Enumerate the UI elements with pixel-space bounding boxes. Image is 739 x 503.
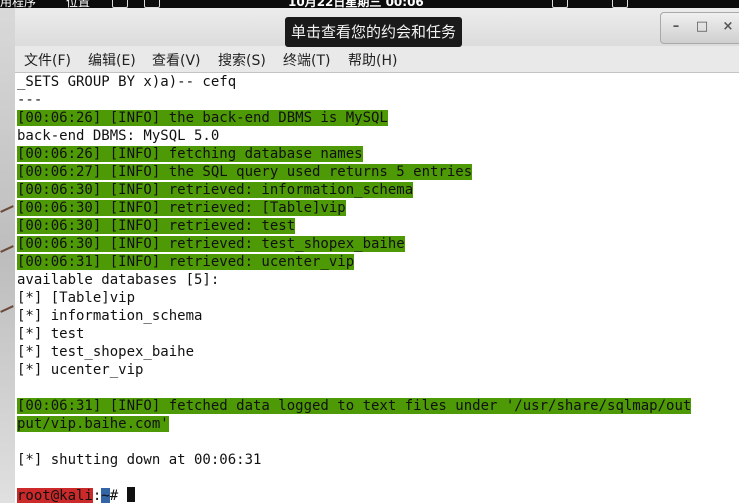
- desktop: 用程序 位置 10月22日星期三 00:06 – □ × 文件(F) 编辑(E)…: [0, 0, 739, 503]
- terminal-line: [*] test: [17, 326, 85, 342]
- app-launcher-icon[interactable]: [144, 0, 160, 8]
- menu-file[interactable]: 文件(F): [24, 50, 71, 70]
- network-icon[interactable]: [552, 0, 568, 8]
- text-cursor: [126, 487, 135, 502]
- terminal-line: [*] [Table]vip: [17, 290, 136, 306]
- terminal-window: – □ × 文件(F) 编辑(E) 查看(V) 搜索(S) 终端(T) 帮助(H…: [15, 8, 739, 503]
- terminal-line: [*] shutting down at 00:06:31: [17, 452, 262, 468]
- terminal-line: [00:06:31] [INFO] fetched data logged to…: [17, 398, 692, 414]
- terminal-line: [00:06:30] [INFO] retrieved: [Table]vip: [17, 200, 346, 216]
- prompt-path: ~: [101, 488, 110, 503]
- terminal-line: [00:06:26] [INFO] fetching database name…: [17, 146, 363, 162]
- terminal-prompt[interactable]: root@kali:~#: [17, 487, 135, 503]
- places-menu[interactable]: 位置: [66, 0, 90, 8]
- terminal-line: _SETS GROUP BY x)a)-- cefq: [17, 74, 237, 90]
- panel-clock[interactable]: 10月22日星期三 00:06: [288, 0, 424, 8]
- terminal-line: put/vip.baihe.com': [17, 416, 169, 432]
- prompt-user-host: root@kali: [17, 488, 93, 503]
- maximize-button[interactable]: □: [693, 18, 711, 36]
- terminal-line: [*] ucenter_vip: [17, 362, 144, 378]
- minimize-button[interactable]: –: [667, 18, 685, 36]
- top-panel: 用程序 位置 10月22日星期三 00:06: [0, 0, 739, 8]
- window-controls: – □ ×: [660, 12, 739, 44]
- terminal-line: [00:06:30] [INFO] retrieved: test: [17, 218, 296, 234]
- desktop-background: [0, 8, 16, 503]
- wallpaper-branch: [0, 245, 14, 253]
- terminal-line: available databases [5]:: [17, 272, 220, 288]
- terminal-line: [00:06:26] [INFO] the back-end DBMS is M…: [17, 110, 388, 126]
- close-button[interactable]: ×: [719, 18, 737, 36]
- terminal-line: back-end DBMS: MySQL 5.0: [17, 128, 220, 144]
- terminal-line: [00:06:30] [INFO] retrieved: information…: [17, 182, 414, 198]
- menu-search[interactable]: 搜索(S): [218, 50, 266, 70]
- terminal-line: [*] information_schema: [17, 308, 203, 324]
- terminal-output[interactable]: _SETS GROUP BY x)a)-- cefq --- [00:06:26…: [15, 73, 739, 503]
- terminal-line: [*] test_shopex_baihe: [17, 344, 195, 360]
- menubar: 文件(F) 编辑(E) 查看(V) 搜索(S) 终端(T) 帮助(H): [15, 46, 739, 73]
- prompt-symbol: #: [109, 488, 127, 503]
- clock-tooltip: 单击查看您的约会和任务: [285, 17, 463, 47]
- volume-icon[interactable]: [612, 0, 628, 8]
- terminal-line: [00:06:27] [INFO] the SQL query used ret…: [17, 164, 473, 180]
- terminal-line: [00:06:31] [INFO] retrieved: ucenter_vip: [17, 254, 355, 270]
- applications-menu[interactable]: 用程序: [0, 0, 36, 8]
- menu-view[interactable]: 查看(V): [152, 50, 201, 70]
- wallpaper-branch: [0, 305, 14, 313]
- menu-help[interactable]: 帮助(H): [348, 50, 397, 70]
- browser-icon[interactable]: [112, 0, 128, 8]
- wallpaper-branch: [0, 205, 14, 213]
- menu-edit[interactable]: 编辑(E): [88, 50, 136, 70]
- terminal-line: [00:06:30] [INFO] retrieved: test_shopex…: [17, 236, 405, 252]
- terminal-line: ---: [17, 92, 43, 108]
- menu-terminal[interactable]: 终端(T): [283, 50, 330, 70]
